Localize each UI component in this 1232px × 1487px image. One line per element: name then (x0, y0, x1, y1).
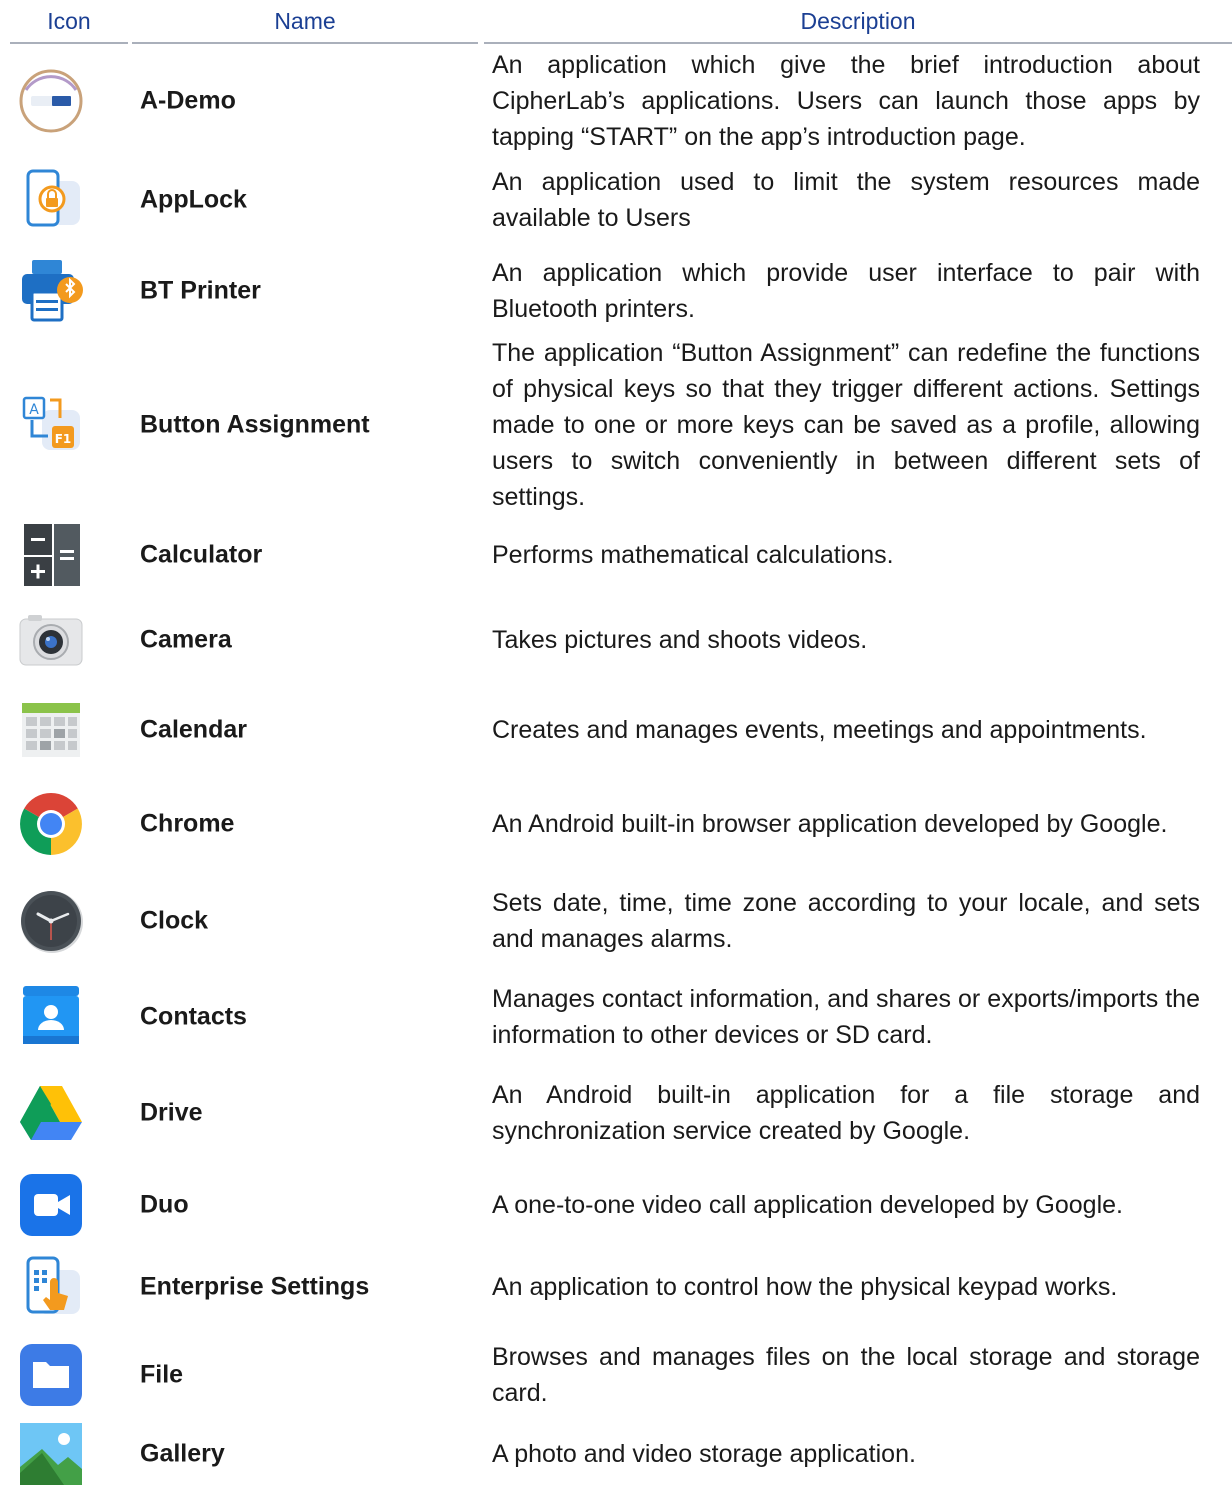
app-description: Sets date, time, time zone according to … (492, 889, 1200, 953)
app-name: Enterprise Settings (140, 1272, 370, 1301)
applock-icon (18, 167, 84, 233)
app-name: Chrome (140, 809, 235, 838)
app-description: Browses and manages files on the local s… (492, 1343, 1200, 1407)
calculator-icon (18, 522, 84, 588)
calendar-icon (18, 697, 84, 763)
svg-text:A: A (29, 402, 39, 418)
app-name: Duo (140, 1190, 189, 1219)
app-name: AppLock (140, 185, 247, 214)
app-name: Contacts (140, 1002, 247, 1031)
app-name: Gallery (140, 1439, 225, 1468)
app-description: An Android built-in browser application … (492, 810, 1168, 838)
header-divider (132, 42, 478, 44)
app-description: Manages contact information, and shares … (492, 985, 1200, 1049)
column-header-name: Name (274, 8, 336, 34)
app-name: Clock (140, 906, 209, 935)
app-name: Camera (140, 625, 232, 654)
app-name: File (140, 1360, 184, 1389)
app-description: An application used to limit the system … (492, 168, 1200, 232)
column-header-icon: Icon (47, 8, 91, 34)
app-description: The application “Button Assignment” can … (492, 339, 1200, 511)
file-icon (18, 1342, 84, 1408)
app-description: An application which provide user interf… (492, 259, 1200, 323)
app-name: Calendar (140, 715, 247, 744)
app-name: A-Demo (140, 86, 236, 115)
bt-printer-icon (18, 258, 84, 324)
app-description: Takes pictures and shoots videos. (492, 626, 868, 654)
app-name: BT Printer (140, 276, 261, 305)
app-name: Calculator (140, 540, 263, 569)
app-name: Button Assignment (140, 410, 370, 439)
app-description: An application to control how the physic… (492, 1273, 1118, 1301)
duo-icon (18, 1172, 84, 1238)
drive-icon (18, 1080, 84, 1146)
app-description: A photo and video storage application. (492, 1440, 916, 1468)
svg-text:F1: F1 (55, 432, 72, 446)
button-assignment-icon: A F1 (18, 392, 84, 458)
enterprise-settings-icon (18, 1254, 84, 1320)
header-divider (10, 42, 128, 44)
chrome-icon (18, 791, 84, 857)
camera-icon (18, 607, 84, 673)
header-divider (484, 42, 1232, 44)
app-description: An Android built-in application for a fi… (492, 1081, 1200, 1145)
gallery-icon (18, 1421, 84, 1487)
column-header-description: Description (800, 8, 916, 34)
app-name: Drive (140, 1098, 203, 1127)
clock-icon (18, 888, 84, 954)
a-demo-icon (18, 68, 84, 134)
app-description: An application which give the brief intr… (492, 51, 1200, 151)
app-description: Performs mathematical calculations. (492, 541, 894, 569)
app-description: A one-to-one video call application deve… (492, 1191, 1123, 1219)
app-description: Creates and manages events, meetings and… (492, 716, 1147, 744)
contacts-icon (18, 984, 84, 1050)
